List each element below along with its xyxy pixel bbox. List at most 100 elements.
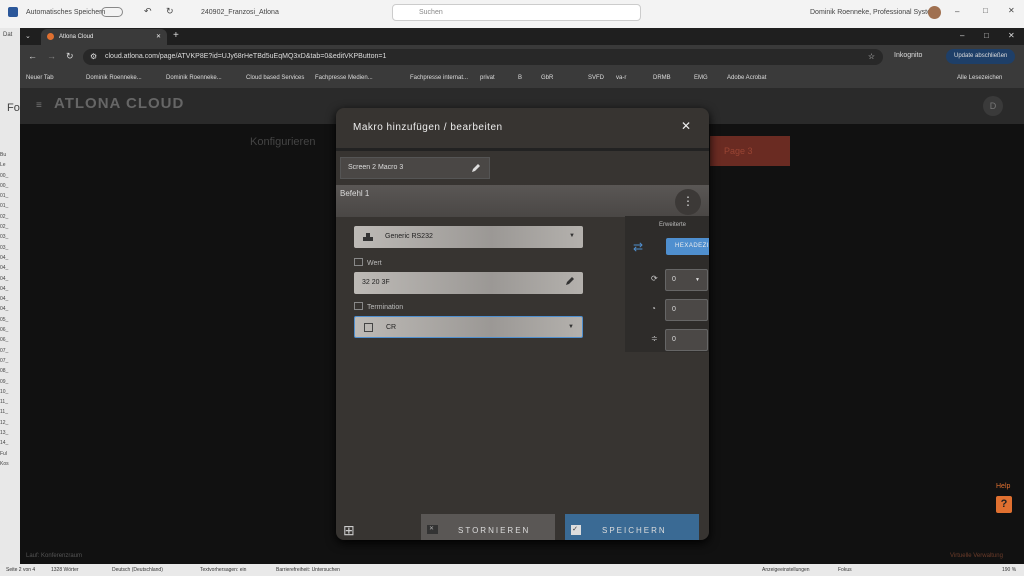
status-display[interactable]: Anzeigeeinstellungen (762, 567, 810, 573)
delay-input[interactable]: 0 (665, 299, 708, 321)
outline-item[interactable]: 10_ (0, 387, 9, 397)
outline-item[interactable]: Le (0, 160, 9, 170)
outline-item[interactable]: 14_ (0, 438, 9, 448)
new-tab-icon[interactable]: + (173, 30, 179, 41)
outline-item[interactable]: 04_ (0, 253, 9, 263)
save-button[interactable]: ✓ SPEICHERN (565, 514, 699, 540)
minimize-icon[interactable]: – (955, 7, 959, 16)
help-label[interactable]: Help (996, 483, 1010, 490)
edit-value-icon[interactable] (565, 276, 575, 286)
word-search-input[interactable]: Suchen (392, 4, 641, 21)
maximize-browser-icon[interactable]: □ (984, 31, 989, 40)
user-avatar-app[interactable]: D (983, 96, 1003, 116)
bookmark-item[interactable]: Fachpresse internat... (410, 75, 468, 81)
outline-item[interactable]: 11_ (0, 407, 9, 417)
device-select[interactable]: Generic RS232 ▼ (354, 226, 583, 248)
outline-item[interactable]: 05_ (0, 315, 9, 325)
redo-icon[interactable]: ↻ (166, 6, 174, 17)
minimize-browser-icon[interactable]: – (960, 31, 964, 40)
cancel-button[interactable]: ✕ STORNIEREN (421, 514, 555, 540)
bookmark-item[interactable]: Alle Lesezeichen (957, 75, 1002, 81)
tab-atlona-cloud[interactable]: Atlona Cloud ✕ (41, 29, 167, 45)
outline-item[interactable]: 06_ (0, 325, 9, 335)
status-zoom[interactable]: 190 % (1002, 567, 1016, 573)
outline-item[interactable]: Kos (0, 459, 9, 469)
swap-arrows-icon[interactable]: ⇄ (633, 240, 643, 254)
site-info-icon[interactable]: ⚙ (90, 52, 97, 61)
reload-icon[interactable]: ↻ (66, 51, 74, 62)
close-icon[interactable]: ✕ (681, 119, 691, 133)
edit-pencil-icon[interactable] (471, 163, 481, 173)
outline-item[interactable]: Bu (0, 150, 9, 160)
outline-item[interactable]: 07_ (0, 346, 9, 356)
bookmark-item[interactable]: Dominik Roenneke... (166, 75, 222, 81)
bookmark-item[interactable]: Adobe Acrobat (727, 75, 766, 81)
repeat-select[interactable]: 0 ▼ (665, 269, 708, 291)
outline-item[interactable]: 08_ (0, 366, 9, 376)
outline-item[interactable]: 02_ (0, 222, 9, 232)
format-button[interactable]: HEXADEZI (666, 238, 709, 255)
document-title[interactable]: 240902_Franzosi_Atlona (201, 9, 279, 16)
repeat-value: 0 (672, 276, 676, 283)
outline-item[interactable]: 04_ (0, 294, 9, 304)
status-predictions[interactable]: Textvorhersagen: ein (200, 567, 246, 573)
bookmark-item[interactable]: Cloud based Services (246, 75, 304, 81)
outline-item[interactable]: 01_ (0, 191, 9, 201)
outline-item[interactable]: 11_ (0, 397, 9, 407)
outline-item[interactable]: 02_ (0, 212, 9, 222)
bookmark-item[interactable]: Fachpresse Medien... (315, 75, 373, 81)
termination-select[interactable]: CR ▼ (354, 316, 583, 338)
outline-item[interactable]: 00_ (0, 181, 9, 191)
status-accessibility[interactable]: Barrierefreiheit: Untersuchen (276, 567, 340, 573)
word-section-label: Fo (7, 102, 20, 114)
menu-icon[interactable]: ≡ (36, 100, 42, 111)
outline-item[interactable]: Ful (0, 449, 9, 459)
outline-item[interactable]: 04_ (0, 274, 9, 284)
outline-item[interactable]: 04_ (0, 263, 9, 273)
outline-item[interactable]: 00_ (0, 171, 9, 181)
close-browser-icon[interactable]: ✕ (1008, 31, 1015, 40)
outline-item[interactable]: 06_ (0, 335, 9, 345)
outline-item[interactable]: 07_ (0, 356, 9, 366)
bookmark-star-icon[interactable]: ☆ (868, 52, 875, 61)
back-icon[interactable]: ← (28, 51, 37, 61)
bookmark-item[interactable]: B (518, 75, 522, 81)
more-options-icon[interactable]: ⋮ (675, 189, 701, 215)
add-command-icon[interactable]: ⊞ (343, 522, 361, 540)
update-button[interactable]: Update abschließen (946, 49, 1016, 64)
bookmark-item[interactable]: EMG (694, 75, 708, 81)
outline-item[interactable]: 09_ (0, 377, 9, 387)
bookmark-item[interactable]: Neuer Tab (26, 75, 54, 81)
outline-item[interactable]: 13_ (0, 428, 9, 438)
bookmark-item[interactable]: GbR (541, 75, 553, 81)
bookmark-item[interactable]: DRMB (653, 75, 671, 81)
macro-name-field[interactable]: Screen 2 Macro 3 (340, 157, 490, 179)
dialog-title: Makro hinzufügen / bearbeiten (353, 122, 503, 133)
outline-item[interactable]: 01_ (0, 201, 9, 211)
outline-item[interactable]: 04_ (0, 304, 9, 314)
bookmark-item[interactable]: SVFD (588, 75, 604, 81)
close-window-icon[interactable]: ✕ (1008, 6, 1015, 15)
status-language[interactable]: Deutsch (Deutschland) (112, 567, 163, 573)
bookmark-item[interactable]: privat (480, 75, 495, 81)
user-name[interactable]: Dominik Roenneke, Professional System (810, 9, 937, 16)
forward-icon[interactable]: → (47, 51, 56, 61)
undo-icon[interactable]: ↶ (144, 6, 152, 17)
autosave-toggle[interactable] (101, 7, 123, 17)
outline-item[interactable]: 03_ (0, 232, 9, 242)
tab-close-icon[interactable]: ✕ (156, 33, 161, 40)
outline-item[interactable]: 04_ (0, 284, 9, 294)
tab-search-icon[interactable]: ⌄ (25, 32, 31, 40)
bookmark-item[interactable]: va-r (616, 75, 626, 81)
user-avatar[interactable] (928, 6, 941, 19)
bookmark-item[interactable]: Dominik Roenneke... (86, 75, 142, 81)
status-focus[interactable]: Fokus (838, 567, 852, 573)
help-icon[interactable]: ? (996, 496, 1012, 513)
outline-item[interactable]: 03_ (0, 243, 9, 253)
spacing-input[interactable]: 0 (665, 329, 708, 351)
maximize-icon[interactable]: □ (983, 6, 988, 15)
incognito-label[interactable]: Inkognito (894, 52, 922, 59)
outline-item[interactable]: 12_ (0, 418, 9, 428)
value-input[interactable]: 32 20 3F (354, 272, 583, 294)
address-bar[interactable]: ⚙ cloud.atlona.com/page/ATVKP8E?id=UJy68… (83, 49, 883, 65)
